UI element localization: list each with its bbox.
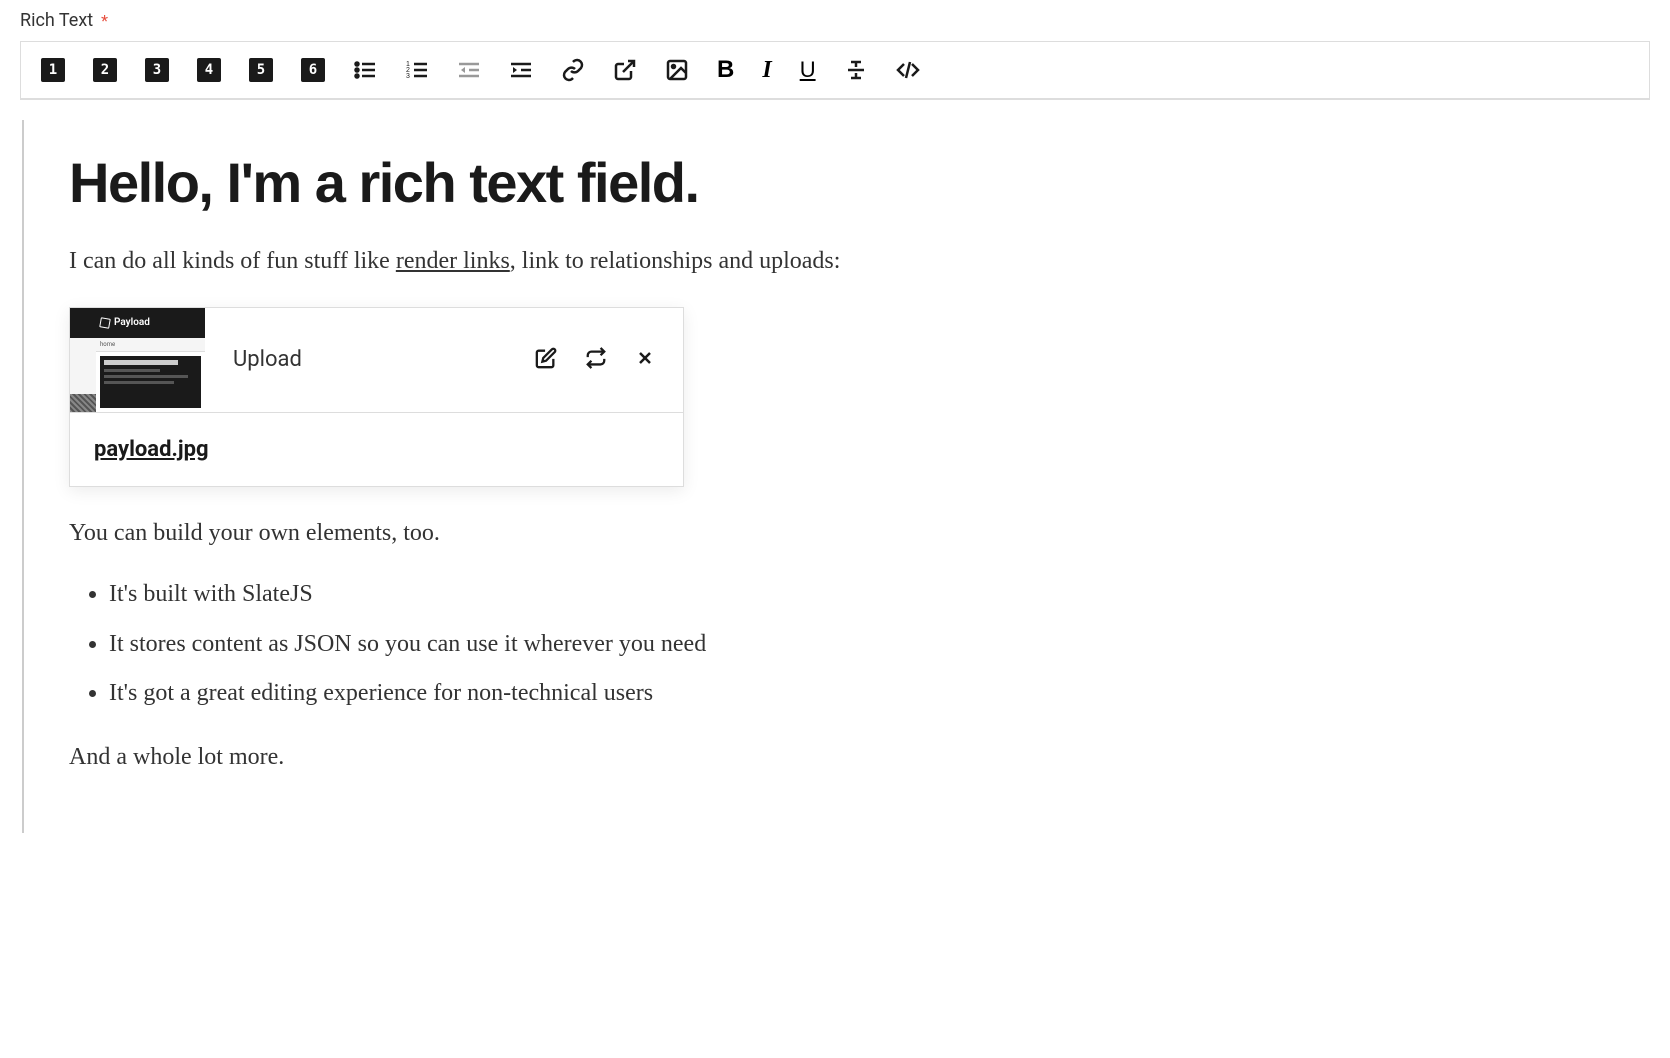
field-label: Rich Text * xyxy=(20,10,1650,31)
edit-upload-button[interactable] xyxy=(535,347,557,372)
heading-1-button[interactable]: 1 xyxy=(41,58,65,82)
upload-label: Upload xyxy=(205,347,535,372)
bullet-list-icon xyxy=(353,58,377,82)
svg-text:3: 3 xyxy=(406,73,410,80)
content-paragraph-3[interactable]: And a whole lot more. xyxy=(69,741,1605,775)
strikethrough-icon xyxy=(844,58,868,82)
edit-icon xyxy=(535,347,557,369)
external-link-icon xyxy=(613,58,637,82)
heading-4-button[interactable]: 4 xyxy=(197,58,221,82)
italic-icon: I xyxy=(762,57,771,84)
bold-icon: B xyxy=(717,56,734,84)
paragraph-text: I can do all kinds of fun stuff like xyxy=(69,248,396,274)
editor-content[interactable]: Hello, I'm a rich text field. I can do a… xyxy=(22,120,1650,833)
list-item[interactable]: It's built with SlateJS xyxy=(109,578,1605,612)
swap-upload-button[interactable] xyxy=(585,347,607,372)
code-icon xyxy=(896,58,920,82)
render-links-link[interactable]: render links xyxy=(396,248,510,274)
indent-button[interactable] xyxy=(509,58,533,82)
upload-actions xyxy=(535,347,683,372)
required-indicator: * xyxy=(101,11,108,30)
close-icon xyxy=(635,348,655,368)
underline-icon: U xyxy=(800,57,816,83)
remove-upload-button[interactable] xyxy=(635,347,655,372)
swap-icon xyxy=(585,347,607,369)
ordered-list-button[interactable]: 1 2 3 xyxy=(405,58,429,82)
numbered-list-icon: 1 2 3 xyxy=(405,58,429,82)
upload-thumbnail: Payload home xyxy=(70,308,205,412)
heading-5-button[interactable]: 5 xyxy=(249,58,273,82)
list-item[interactable]: It stores content as JSON so you can use… xyxy=(109,628,1605,662)
italic-button[interactable]: I xyxy=(762,57,771,84)
editor-container: 1 2 3 4 5 6 1 2 3 xyxy=(20,41,1650,100)
list-item[interactable]: It's got a great editing experience for … xyxy=(109,677,1605,711)
code-button[interactable] xyxy=(896,58,920,82)
link-button[interactable] xyxy=(561,58,585,82)
indent-icon xyxy=(509,58,533,82)
heading-6-button[interactable]: 6 xyxy=(301,58,325,82)
outdent-icon xyxy=(457,58,481,82)
bold-button[interactable]: B xyxy=(717,56,734,84)
content-paragraph-2[interactable]: You can build your own elements, too. xyxy=(69,517,1605,551)
field-label-text: Rich Text xyxy=(20,10,93,31)
toolbar: 1 2 3 4 5 6 1 2 3 xyxy=(21,42,1649,99)
content-list[interactable]: It's built with SlateJS It stores conten… xyxy=(69,578,1605,711)
heading-2-button[interactable]: 2 xyxy=(93,58,117,82)
unordered-list-button[interactable] xyxy=(353,58,377,82)
relationship-button[interactable] xyxy=(613,58,637,82)
content-paragraph-1[interactable]: I can do all kinds of fun stuff like ren… xyxy=(69,245,1605,279)
upload-button[interactable] xyxy=(665,58,689,82)
paragraph-text: , link to relationships and uploads: xyxy=(510,248,841,274)
upload-card: Payload home Upload xyxy=(69,307,684,487)
heading-3-button[interactable]: 3 xyxy=(145,58,169,82)
underline-button[interactable]: U xyxy=(800,57,816,83)
upload-card-header: Payload home Upload xyxy=(70,308,683,413)
strikethrough-button[interactable] xyxy=(844,58,868,82)
link-icon xyxy=(561,58,585,82)
upload-filename[interactable]: payload.jpg xyxy=(70,413,683,486)
content-heading[interactable]: Hello, I'm a rich text field. xyxy=(69,150,1605,215)
image-icon xyxy=(665,58,689,82)
outdent-button[interactable] xyxy=(457,58,481,82)
